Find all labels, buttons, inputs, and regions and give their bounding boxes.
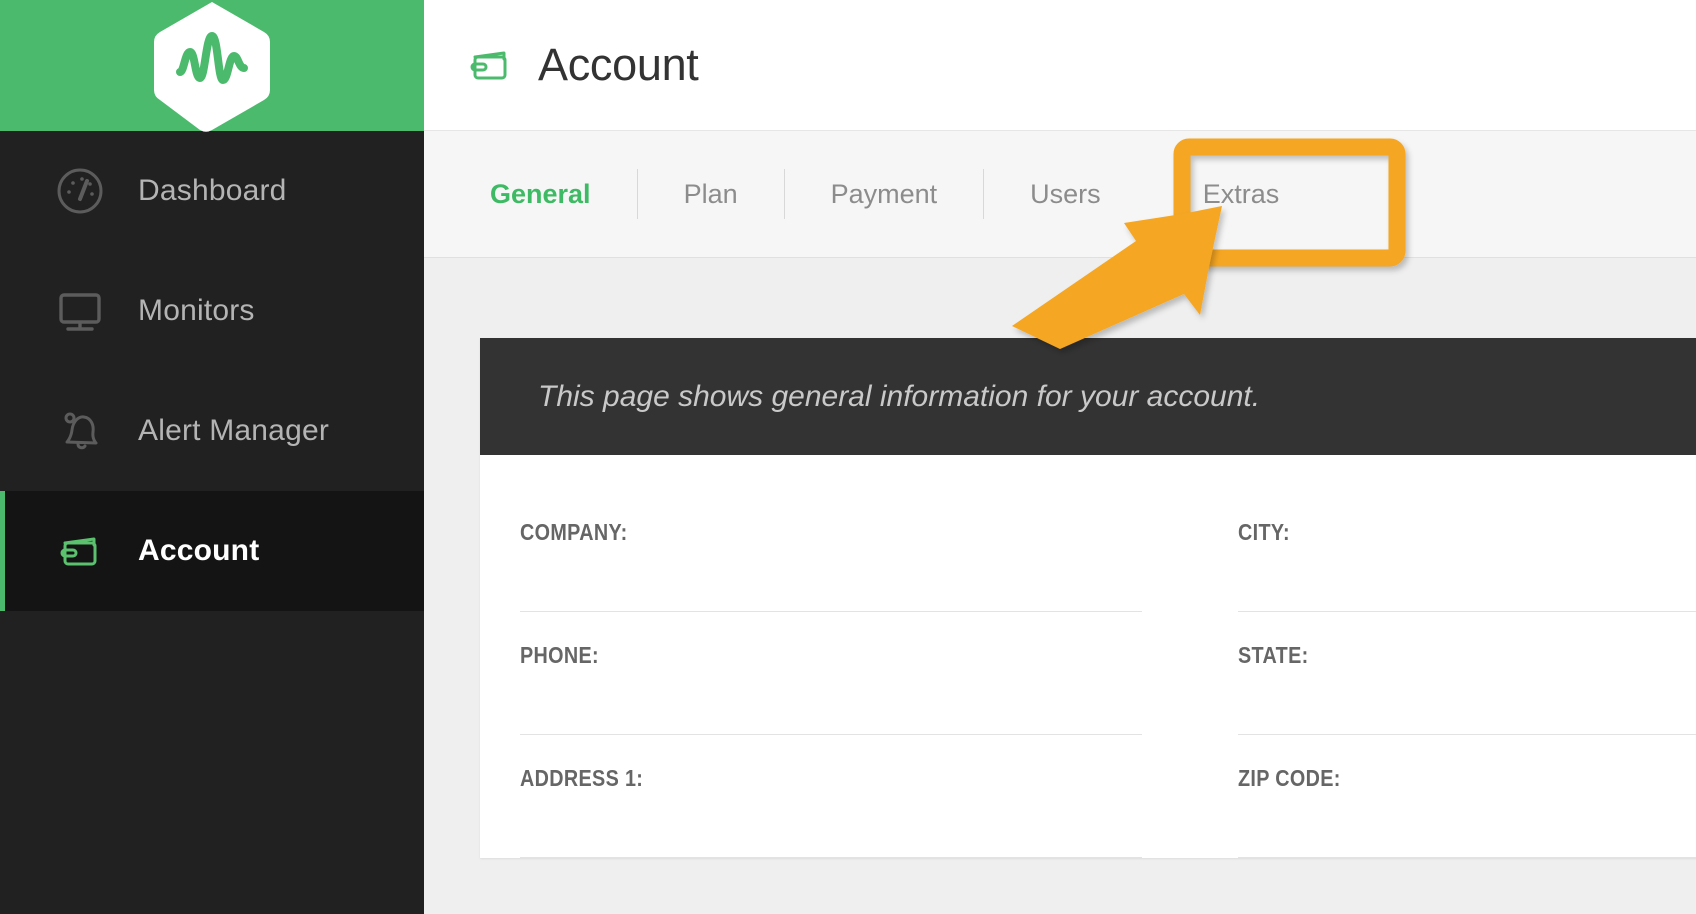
tab-plan[interactable]: Plan (638, 166, 784, 222)
sidebar: Dashboard Monitors Alert Manager Account (0, 0, 424, 914)
tab-extras[interactable]: Extras (1147, 166, 1326, 222)
phone-input[interactable] (520, 669, 1142, 735)
field-label: ZIP CODE: (1238, 765, 1341, 791)
field-label: ADDRESS 1: (520, 765, 644, 791)
field-city: CITY: (1198, 489, 1696, 612)
page-title: Account (538, 39, 699, 90)
sidebar-item-label: Account (138, 534, 260, 567)
zip-code-input[interactable] (1238, 792, 1696, 858)
field-label: COMPANY: (520, 519, 628, 545)
company-input[interactable] (520, 546, 1142, 612)
card-description: This page shows general information for … (538, 379, 1261, 413)
logo-header[interactable] (0, 0, 424, 132)
field-state: STATE: (1198, 612, 1696, 735)
tab-users[interactable]: Users (984, 166, 1147, 222)
wallet-icon (52, 523, 108, 579)
field-address-1: ADDRESS 1: (480, 735, 1198, 858)
sidebar-item-alert-manager[interactable]: Alert Manager (0, 371, 424, 491)
tab-payment[interactable]: Payment (785, 166, 984, 222)
address-1-input[interactable] (520, 792, 1142, 858)
field-zip-code: ZIP CODE: (1198, 735, 1696, 858)
page-header: Account (424, 0, 1696, 131)
field-label: PHONE: (520, 642, 599, 668)
field-phone: PHONE: (480, 612, 1198, 735)
tab-general[interactable]: General (444, 166, 637, 222)
account-tabs: General Plan Payment Users Extras (424, 131, 1696, 258)
sidebar-item-label: Alert Manager (138, 414, 330, 447)
monitor-icon (52, 283, 108, 339)
city-input[interactable] (1238, 546, 1696, 612)
field-label: STATE: (1238, 642, 1309, 668)
account-form: COMPANY: CITY: PHONE: STATE: ADDRESS 1: … (480, 455, 1696, 858)
sidebar-item-account[interactable]: Account (0, 491, 424, 611)
app-window: Dashboard Monitors Alert Manager Account… (0, 0, 1696, 914)
bell-icon (52, 403, 108, 459)
wallet-icon (464, 39, 516, 91)
sidebar-item-label: Monitors (138, 294, 255, 327)
field-label: CITY: (1238, 519, 1290, 545)
sidebar-item-label: Dashboard (138, 174, 287, 207)
card-header: This page shows general information for … (480, 338, 1696, 455)
hexagon-pulse-logo-icon (154, 1, 270, 132)
state-input[interactable] (1238, 669, 1696, 735)
sidebar-item-monitors[interactable]: Monitors (0, 251, 424, 371)
sidebar-nav: Dashboard Monitors Alert Manager Account (0, 131, 424, 611)
general-info-card: This page shows general information for … (480, 338, 1696, 858)
field-company: COMPANY: (480, 489, 1198, 612)
content-area: This page shows general information for … (424, 258, 1696, 914)
main-area: Account General Plan Payment Users Extra… (424, 0, 1696, 914)
speedometer-icon (52, 163, 108, 219)
sidebar-item-dashboard[interactable]: Dashboard (0, 131, 424, 251)
